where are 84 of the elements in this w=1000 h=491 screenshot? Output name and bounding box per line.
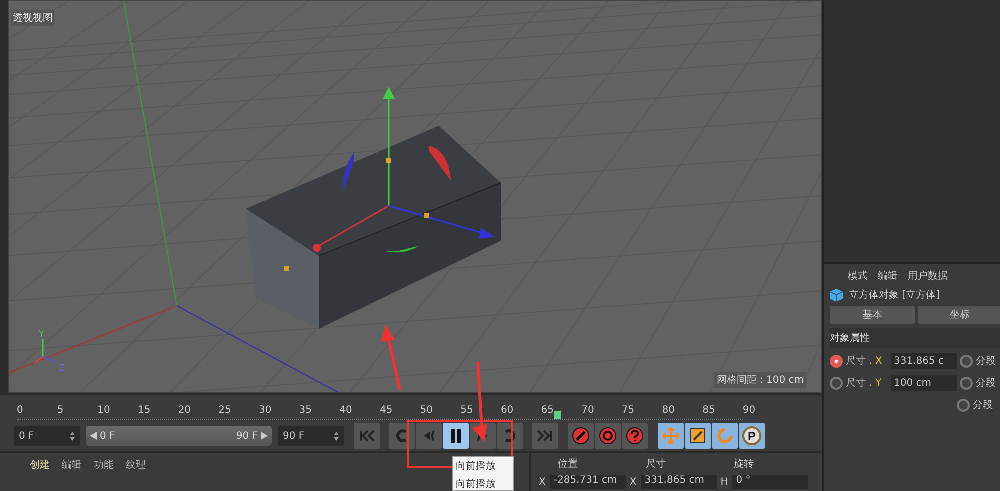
frame-number: 15 xyxy=(138,405,151,416)
range-start-label: 0 F xyxy=(100,430,116,442)
menu-item[interactable]: 编辑 xyxy=(878,269,898,283)
frame-number: 65 xyxy=(541,405,554,416)
frame-number: 35 xyxy=(299,405,312,416)
scale-icon xyxy=(690,428,706,444)
radio-icon[interactable] xyxy=(960,376,973,390)
coordinate-field[interactable]: -285.731 cm xyxy=(550,475,626,489)
tab[interactable]: 基本 xyxy=(830,306,914,324)
spinner-icon xyxy=(70,432,75,440)
skip-start-icon xyxy=(359,430,375,442)
menu-item[interactable]: 编辑 xyxy=(62,458,82,472)
property-label: 分段 xyxy=(973,399,993,412)
axis-label: Y xyxy=(39,330,44,340)
timeline-ruler[interactable]: 0 5 10 15 20 25 30 35 40 45 50 55 60 65 70 75 80 85 90 xyxy=(0,393,822,421)
frame-number: 50 xyxy=(420,405,434,416)
rotate-icon xyxy=(716,427,734,445)
playback-button[interactable] xyxy=(443,423,469,449)
record-button[interactable] xyxy=(595,423,621,449)
menu-item[interactable]: 纹理 xyxy=(126,458,146,472)
property-label: 分段 xyxy=(976,377,996,390)
frame-number: 55 xyxy=(460,405,474,416)
property-field[interactable]: 100 cm xyxy=(891,375,957,391)
view-label: 透视视图 xyxy=(11,10,55,26)
property-label: 尺寸 . Y xyxy=(846,376,883,390)
menu-item[interactable]: 功能 xyxy=(94,458,114,472)
frame-number: 20 xyxy=(178,405,192,416)
coordinate-field[interactable]: 331.865 cm xyxy=(640,475,717,489)
column-header: 旋转 xyxy=(734,458,755,471)
property-label: 尺寸 . X xyxy=(846,354,884,368)
section-header: 对象属性 xyxy=(830,328,1000,348)
3d-viewport[interactable]: Y Z 透视视图 网格间距 : 100 cm xyxy=(8,0,822,393)
frame-number: 70 xyxy=(582,405,594,416)
grid-spacing-label: 网格间距 : 100 cm xyxy=(714,372,807,388)
record-button[interactable] xyxy=(622,423,648,449)
frame-number: 90 xyxy=(742,405,756,416)
axis-label: X xyxy=(539,476,546,488)
move-icon xyxy=(662,427,680,445)
playhead[interactable] xyxy=(554,411,562,419)
tooltip-text: 向前播放 xyxy=(456,460,497,473)
axis-label: H xyxy=(720,476,728,488)
frame-number: 0 xyxy=(17,405,24,416)
pause-icon xyxy=(450,429,462,443)
frame-number: 60 xyxy=(500,405,514,416)
start-frame-field[interactable]: 0 F xyxy=(14,426,80,446)
help-icon xyxy=(626,427,644,445)
tooltip-text: 向前播放 xyxy=(456,478,497,491)
tool-button[interactable] xyxy=(685,423,711,449)
property-label: 分段 xyxy=(976,355,996,368)
radio-icon[interactable] xyxy=(960,354,973,368)
range-end-label: 90 F xyxy=(236,430,258,442)
spinner-icon xyxy=(334,432,339,440)
menu-item[interactable]: 创建 xyxy=(30,458,50,472)
frame-number: 10 xyxy=(98,405,110,416)
right-arrow-icon xyxy=(261,432,268,440)
end-frame-field[interactable]: 90 F xyxy=(278,426,344,446)
keyframe-radio[interactable] xyxy=(830,354,843,368)
frame-range-slider[interactable]: 0 F 90 F xyxy=(86,426,272,446)
annotation-arrow xyxy=(381,325,402,390)
object-title: 立方体对象 [立方体] xyxy=(849,288,940,302)
frame-number: 75 xyxy=(622,405,635,416)
column-header: 位置 xyxy=(558,458,579,471)
coordinate-field[interactable]: 0 ° xyxy=(732,475,808,489)
axis-label: X xyxy=(630,476,637,488)
frame-number: 30 xyxy=(258,405,272,416)
play-backward-icon xyxy=(423,430,435,442)
frame-number: 85 xyxy=(702,405,716,416)
skip-end-icon xyxy=(537,430,553,442)
keyframe-radio[interactable] xyxy=(830,376,843,390)
radio-icon[interactable] xyxy=(957,398,970,412)
frame-number: 80 xyxy=(662,405,675,416)
frame-number: 5 xyxy=(57,405,64,416)
left-arrow-icon xyxy=(90,432,97,440)
menu-item[interactable]: 模式 xyxy=(848,269,868,283)
tab[interactable]: 坐标 xyxy=(918,306,1000,324)
cube-icon xyxy=(830,288,843,302)
property-field[interactable]: 331.865 c xyxy=(891,353,957,369)
frame-number: 45 xyxy=(380,405,393,416)
frame-number: 25 xyxy=(218,405,232,416)
column-header: 尺寸 xyxy=(646,458,667,471)
frame-number: 40 xyxy=(340,405,352,416)
menu-item[interactable]: 用户数据 xyxy=(908,269,948,283)
record-button[interactable] xyxy=(568,423,594,449)
axis-label: Z xyxy=(59,364,66,374)
